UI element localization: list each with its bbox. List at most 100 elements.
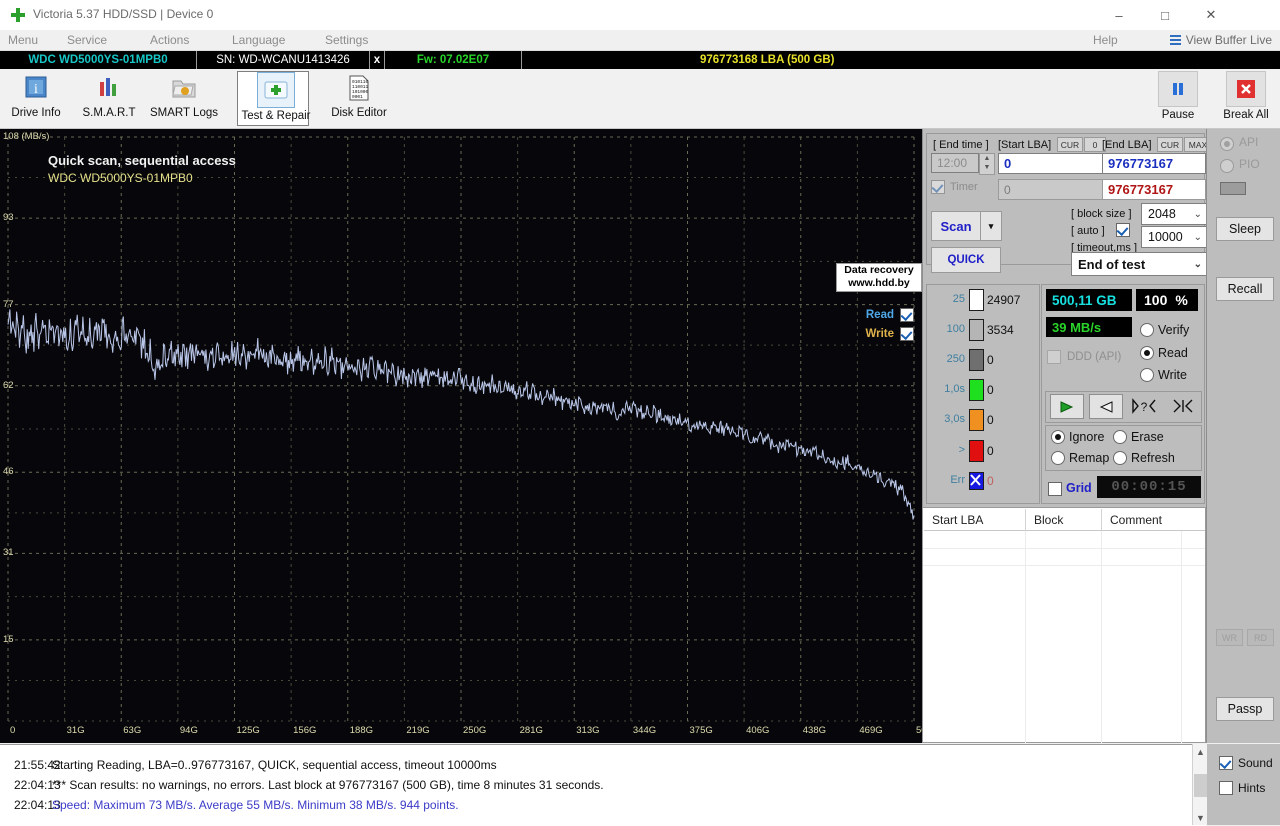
- defects-table[interactable]: Start LBA Block Comment: [922, 507, 1206, 743]
- scroll-up-icon[interactable]: ▲: [1193, 744, 1208, 759]
- ddd-api-toggle[interactable]: DDD (API): [1047, 350, 1121, 364]
- scrollbar-thumb[interactable]: [1194, 774, 1207, 797]
- skip-to-end-button[interactable]: [1167, 394, 1199, 417]
- block-stat-count: 3534: [987, 323, 1014, 337]
- read-radio[interactable]: [1140, 346, 1154, 360]
- block-stat-threshold: 1,0s: [944, 383, 965, 395]
- sound-toggle[interactable]: Sound: [1219, 756, 1273, 770]
- speed-graph-svg: [7, 136, 915, 725]
- maximize-button[interactable]: □: [1142, 0, 1188, 30]
- read-label: Read: [865, 309, 894, 321]
- end-time-input[interactable]: 12:00: [931, 153, 979, 173]
- log-panel[interactable]: 21:55:42 Starting Reading, LBA=0..976773…: [0, 744, 1206, 826]
- block-stat-count: 0: [987, 474, 994, 488]
- block-stat-threshold: 3,0s: [944, 413, 965, 425]
- toolbar-disk-editor[interactable]: 010110 110011 101000 0001 Disk Editor: [323, 71, 395, 126]
- hints-toggle[interactable]: Hints: [1219, 781, 1265, 795]
- menu-item-menu[interactable]: Menu: [8, 33, 38, 47]
- toolbar-smart[interactable]: S.M.A.R.T: [73, 71, 145, 126]
- pause-icon: [1158, 71, 1198, 107]
- menu-item-actions[interactable]: Actions: [150, 33, 189, 47]
- x-axis-tick: 219G: [406, 725, 430, 736]
- recall-button[interactable]: Recall: [1216, 277, 1274, 301]
- log-scrollbar[interactable]: ▲ ▼: [1192, 744, 1208, 825]
- rd-button[interactable]: RD: [1247, 629, 1274, 646]
- verify-label: Verify: [1158, 323, 1190, 337]
- sleep-button[interactable]: Sleep: [1216, 217, 1274, 241]
- menu-item-service[interactable]: Service: [67, 33, 107, 47]
- view-buffer-live-label: View Buffer Live: [1185, 33, 1272, 47]
- scan-button[interactable]: Scan: [931, 211, 981, 241]
- end-time-label: [ End time ]: [933, 139, 989, 151]
- write-mode-label: Write: [1158, 368, 1187, 382]
- toolbar-test-repair[interactable]: Test & Repair: [237, 71, 311, 126]
- break-all-button[interactable]: Break All: [1215, 71, 1277, 126]
- pause-button[interactable]: Pause: [1147, 71, 1209, 126]
- scan-graph[interactable]: Quick scan, sequential access WDC WD5000…: [0, 129, 922, 743]
- wr-button[interactable]: WR: [1216, 629, 1243, 646]
- toolbar-smart-logs[interactable]: SMART Logs: [148, 71, 220, 126]
- ignore-radio[interactable]: [1051, 430, 1065, 444]
- drive-serial: SN: WD-WCANU1413426: [216, 54, 350, 66]
- refresh-label: Refresh: [1131, 451, 1175, 465]
- scan-dropdown-button[interactable]: ▾: [980, 211, 1002, 241]
- auto-checkbox[interactable]: [1116, 223, 1130, 237]
- reverse-scan-button[interactable]: [1089, 394, 1123, 419]
- ddd-checkbox[interactable]: [1047, 350, 1061, 364]
- register-field[interactable]: [1220, 182, 1246, 195]
- end-time-spinner[interactable]: ▲ ▼: [979, 153, 995, 175]
- timer-checkbox[interactable]: [931, 180, 945, 194]
- sound-checkbox[interactable]: [1219, 756, 1233, 770]
- api-radio[interactable]: [1220, 137, 1234, 151]
- hints-checkbox[interactable]: [1219, 781, 1233, 795]
- write-toggle-row[interactable]: Write: [865, 327, 914, 341]
- chevron-down-icon: ⌄: [1193, 208, 1202, 220]
- verify-radio[interactable]: [1140, 323, 1154, 337]
- view-buffer-live-button[interactable]: View Buffer Live: [1169, 33, 1272, 47]
- menu-item-settings[interactable]: Settings: [325, 33, 368, 47]
- table-header-comment[interactable]: Comment: [1102, 509, 1205, 531]
- end-lba-input[interactable]: 976773167: [1102, 153, 1206, 174]
- step-query-button[interactable]: ?: [1128, 394, 1160, 417]
- block-size-select[interactable]: 2048 ⌄: [1141, 203, 1209, 225]
- passp-button[interactable]: Passp: [1216, 697, 1274, 721]
- timeout-select[interactable]: 10000 ⌄: [1141, 226, 1209, 248]
- drive-capacity: 976773168 LBA (500 GB): [700, 54, 835, 66]
- close-button[interactable]: ✕: [1188, 0, 1234, 30]
- start-lba-cur-button[interactable]: CUR: [1057, 137, 1083, 152]
- block-stat-swatch: [969, 319, 984, 341]
- read-toggle-row[interactable]: Read: [866, 308, 914, 322]
- write-checkbox[interactable]: [900, 327, 914, 341]
- start-scan-button[interactable]: [1050, 394, 1084, 419]
- minimize-button[interactable]: –: [1096, 0, 1142, 30]
- grid-checkbox[interactable]: [1048, 482, 1062, 496]
- end-lba-secondary[interactable]: 976773167: [1102, 179, 1206, 200]
- pio-radio[interactable]: [1220, 159, 1234, 173]
- x-axis-tick: 281G: [519, 725, 543, 736]
- toolbar-drive-info[interactable]: i Drive Info: [0, 71, 72, 126]
- remap-radio[interactable]: [1051, 451, 1065, 465]
- menu-item-help[interactable]: Help: [1093, 33, 1118, 47]
- menu-item-language[interactable]: Language: [232, 33, 285, 47]
- refresh-radio[interactable]: [1113, 451, 1127, 465]
- drive-close-icon[interactable]: x: [370, 51, 384, 69]
- table-header-block[interactable]: Block: [1026, 509, 1102, 531]
- toolbar-smart-logs-label: SMART Logs: [150, 107, 218, 119]
- end-of-test-select[interactable]: End of test ⌄: [1071, 252, 1209, 276]
- quick-button[interactable]: QUICK: [931, 247, 1001, 273]
- read-checkbox[interactable]: [900, 308, 914, 322]
- scroll-down-icon[interactable]: ▼: [1193, 810, 1208, 825]
- menu-bar: Menu Service Actions Language Settings H…: [0, 30, 1280, 51]
- y-axis-tick: 15: [3, 633, 14, 645]
- x-axis-tick: 469G: [859, 725, 883, 736]
- end-lba-cur-button[interactable]: CUR: [1157, 137, 1183, 152]
- table-header-start-lba[interactable]: Start LBA: [924, 509, 1026, 531]
- block-size-value: 2048: [1148, 207, 1176, 221]
- erase-radio[interactable]: [1113, 430, 1127, 444]
- write-radio[interactable]: [1140, 368, 1154, 382]
- x-axis-tick: 344G: [632, 725, 657, 736]
- start-lba-label: [Start LBA]: [998, 139, 1052, 151]
- timer-toggle[interactable]: Timer: [931, 180, 978, 194]
- block-stat-swatch: [969, 440, 984, 462]
- timeout-value: 10000: [1148, 230, 1183, 244]
